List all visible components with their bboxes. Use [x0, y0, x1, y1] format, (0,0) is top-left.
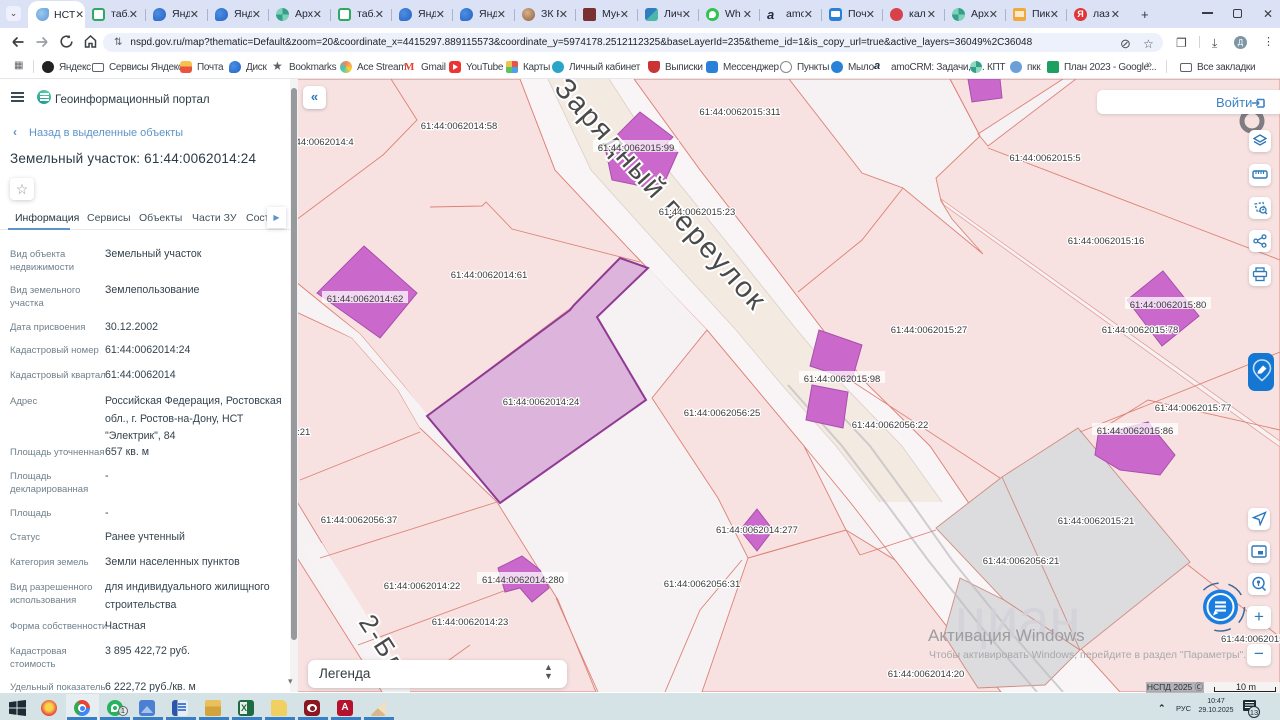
svg-text:61:44:0062014:62: 61:44:0062014:62: [327, 294, 404, 305]
svg-text:61:44:0062056:25: 61:44:0062056:25: [684, 408, 761, 419]
svg-text:61:44:0062014:277: 61:44:0062014:277: [716, 525, 798, 536]
svg-text:61:44:0062015:99: 61:44:0062015:99: [598, 143, 675, 154]
svg-text:61:44:0062015:80: 61:44:0062015:80: [1130, 300, 1207, 311]
svg-text:61:44:0062056:31: 61:44:0062056:31: [664, 579, 741, 590]
svg-text:61:44:0062015:5: 61:44:0062015:5: [1009, 153, 1080, 164]
svg-text:61:44:0062056:21: 61:44:0062056:21: [983, 556, 1060, 567]
svg-text:61:44:0062015:27: 61:44:0062015:27: [891, 325, 968, 336]
svg-text:61:44:0062015:78: 61:44:0062015:78: [1102, 325, 1179, 336]
svg-text:61:44:0062014:4: 61:44:0062014:4: [298, 137, 354, 148]
svg-text:61:44:0062015:23: 61:44:0062015:23: [659, 207, 736, 218]
svg-text:61:44:0062015:98: 61:44:0062015:98: [804, 374, 881, 385]
svg-text:61:44:0062014:22: 61:44:0062014:22: [384, 581, 461, 592]
svg-text:61:44:0062015:86: 61:44:0062015:86: [1097, 426, 1174, 437]
svg-text:61:44:0062015:77: 61:44:0062015:77: [1155, 403, 1232, 414]
svg-text:61:44:0062014:23: 61:44:0062014:23: [432, 617, 509, 628]
svg-text:61:44:0062015:21: 61:44:0062015:21: [1058, 516, 1135, 527]
svg-text:61:44:0062014:24: 61:44:0062014:24: [503, 397, 580, 408]
svg-text:61:44:0062014:20: 61:44:0062014:20: [888, 669, 965, 680]
svg-text:61:44:0062015:16: 61:44:0062015:16: [1068, 236, 1145, 247]
svg-text:61:44:0062014:61: 61:44:0062014:61: [451, 270, 528, 281]
svg-text:61:44:0062056:22: 61:44:0062056:22: [852, 420, 929, 431]
svg-text:61:44:0062014:280: 61:44:0062014:280: [482, 575, 564, 586]
svg-text:61:44:0062056:21: 61:44:0062056:21: [298, 427, 310, 438]
svg-text:61:44:0062015:311: 61:44:0062015:311: [699, 107, 780, 118]
svg-text:61:44:0062014:58: 61:44:0062014:58: [421, 121, 498, 132]
svg-text:61:44:0062056:37: 61:44:0062056:37: [321, 515, 398, 526]
